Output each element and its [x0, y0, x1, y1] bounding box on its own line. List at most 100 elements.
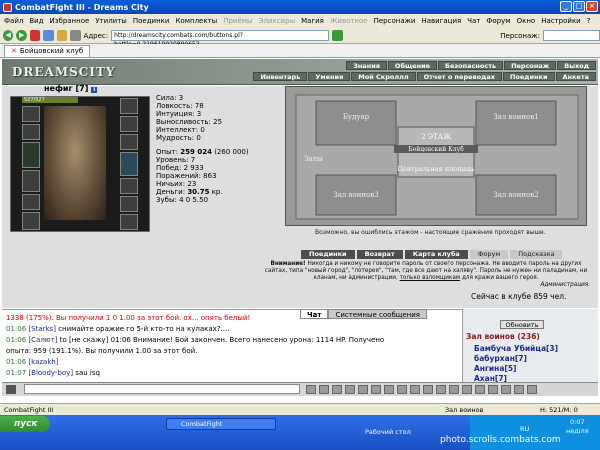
menu-item-3[interactable]: Утилиты: [95, 17, 127, 25]
menu-item-10[interactable]: Персонажи: [374, 17, 416, 25]
menu-item-8[interactable]: Магия: [301, 17, 324, 25]
sub-nav-4[interactable]: Поединки: [502, 72, 555, 81]
minimize-button[interactable]: _: [560, 1, 572, 12]
taskbar-item-combatfight[interactable]: CombatFight: [166, 418, 276, 430]
tab-system-messages[interactable]: Системные сообщения: [328, 309, 427, 319]
sub-nav-0[interactable]: Инвентарь: [253, 72, 308, 81]
chat-nick[interactable]: [kazakh]: [28, 358, 58, 366]
map-label-hall3[interactable]: Зал воинов3: [333, 191, 378, 199]
map-label-hall1[interactable]: Зал воинов1: [493, 113, 538, 121]
user-list-item[interactable]: бабурхан[7]: [474, 354, 527, 363]
chat-tool-icon[interactable]: [475, 385, 485, 394]
sub-nav-2[interactable]: Мой Скроллл: [351, 72, 416, 81]
sub-nav-1[interactable]: Умения: [308, 72, 351, 81]
chat-tool-icon[interactable]: [306, 385, 316, 394]
person-input[interactable]: [542, 30, 600, 41]
tab-close-icon[interactable]: ✕: [11, 46, 17, 57]
chat-tool-icon[interactable]: [410, 385, 420, 394]
user-list-item[interactable]: Ангина[5]: [474, 364, 516, 373]
ring1-slot[interactable]: [120, 134, 138, 150]
home-icon[interactable]: [56, 30, 68, 41]
map-label-hall2[interactable]: Зал воинов2: [493, 191, 538, 199]
stop-icon[interactable]: [29, 30, 41, 41]
favorites-icon[interactable]: [70, 30, 81, 41]
helmet-slot[interactable]: [22, 106, 40, 122]
maximize-button[interactable]: □: [573, 1, 585, 12]
sub-nav-3[interactable]: Отчет о переводах: [416, 72, 502, 81]
chat-settings-icon[interactable]: [6, 385, 16, 394]
chat-tool-icon[interactable]: [501, 385, 511, 394]
chat-tool-icon[interactable]: [371, 385, 381, 394]
character-name[interactable]: нефиг [7] i: [44, 84, 98, 93]
chat-tool-icon[interactable]: [384, 385, 394, 394]
menu-item-12[interactable]: Чат: [467, 17, 480, 25]
menu-item-4[interactable]: Поединки: [133, 17, 170, 25]
menu-item-9[interactable]: Животное: [330, 17, 368, 25]
address-input[interactable]: http://dreamscity.combats.com/buttons.pl…: [111, 30, 330, 48]
desktop-label[interactable]: Рабочий стол: [365, 428, 411, 436]
map-label-club[interactable]: Бойцовский Клуб: [408, 146, 464, 153]
club-button-3[interactable]: Форум: [469, 250, 509, 259]
necklace-slot[interactable]: [120, 116, 138, 132]
menu-item-7[interactable]: Эликсиры: [259, 17, 296, 25]
chat-nick[interactable]: [Салют]: [28, 336, 57, 344]
club-button-4[interactable]: Подсказка: [510, 250, 563, 259]
menu-item-0[interactable]: Файл: [4, 17, 23, 25]
warning-link[interactable]: только взломщикам: [400, 275, 461, 281]
bracer-slot[interactable]: [22, 124, 40, 140]
pants-slot[interactable]: [120, 196, 138, 212]
chat-nick[interactable]: [Starks]: [28, 325, 56, 333]
chat-tool-icon[interactable]: [319, 385, 329, 394]
top-nav-0[interactable]: Знания: [346, 61, 387, 70]
menu-item-2[interactable]: Избранное: [50, 17, 90, 25]
chat-tool-icon[interactable]: [514, 385, 524, 394]
chat-input[interactable]: [24, 384, 300, 394]
refresh-button[interactable]: Обновить: [500, 320, 544, 329]
map-label-boudoir[interactable]: Будуар: [343, 113, 370, 121]
sub-nav-5[interactable]: Анкета: [555, 72, 596, 81]
menu-item-14[interactable]: Окно: [517, 17, 536, 25]
chat-tool-icon[interactable]: [332, 385, 342, 394]
armor-slot[interactable]: [22, 170, 40, 192]
chat-tool-icon[interactable]: [436, 385, 446, 394]
ring-slot[interactable]: [22, 212, 40, 230]
go-icon[interactable]: [332, 30, 343, 41]
club-button-0[interactable]: Поединки: [301, 250, 355, 259]
belt-slot[interactable]: [22, 194, 40, 210]
start-button[interactable]: пуск: [0, 416, 50, 432]
club-button-1[interactable]: Возврат: [356, 250, 403, 259]
shield-slot[interactable]: [120, 152, 138, 176]
menu-item-11[interactable]: Навигация: [421, 17, 461, 25]
boots-slot[interactable]: [120, 214, 138, 230]
chat-tool-icon[interactable]: [449, 385, 459, 394]
tab-chat[interactable]: Чат: [300, 309, 329, 319]
top-nav-3[interactable]: Персонаж: [504, 61, 557, 70]
menu-item-16[interactable]: ?: [587, 17, 591, 25]
menu-item-13[interactable]: Форум: [486, 17, 510, 25]
back-button[interactable]: ◀: [3, 30, 14, 41]
chat-tool-icon[interactable]: [358, 385, 368, 394]
tab-fight-club[interactable]: ✕ Бойцовский клуб: [4, 44, 91, 57]
earring-slot[interactable]: [120, 98, 138, 114]
forward-button[interactable]: ▶: [16, 30, 27, 41]
gloves-slot[interactable]: [120, 178, 138, 194]
menu-item-15[interactable]: Настройки: [541, 17, 581, 25]
menu-item-1[interactable]: Вид: [29, 17, 43, 25]
menu-item-6[interactable]: Приёмы: [223, 17, 252, 25]
top-nav-4[interactable]: Выход: [557, 61, 596, 70]
refresh-icon[interactable]: [43, 30, 54, 41]
weapon-slot[interactable]: [22, 142, 40, 168]
user-list-item[interactable]: Бамбуча Убийца[3]: [474, 344, 558, 353]
info-icon[interactable]: i: [91, 87, 98, 93]
chat-tool-icon[interactable]: [423, 385, 433, 394]
menu-item-5[interactable]: Комплекты: [175, 17, 217, 25]
close-button[interactable]: ×: [586, 1, 598, 12]
lang-indicator[interactable]: RU: [520, 425, 529, 433]
chat-tool-icon[interactable]: [462, 385, 472, 394]
chat-tool-icon[interactable]: [488, 385, 498, 394]
top-nav-2[interactable]: Безопасность: [438, 61, 504, 70]
map-label-square[interactable]: Центральная площадь: [397, 165, 475, 173]
chat-tool-icon[interactable]: [397, 385, 407, 394]
chat-tool-icon[interactable]: [345, 385, 355, 394]
chat-nick[interactable]: [Bloody-boy]: [28, 369, 73, 377]
